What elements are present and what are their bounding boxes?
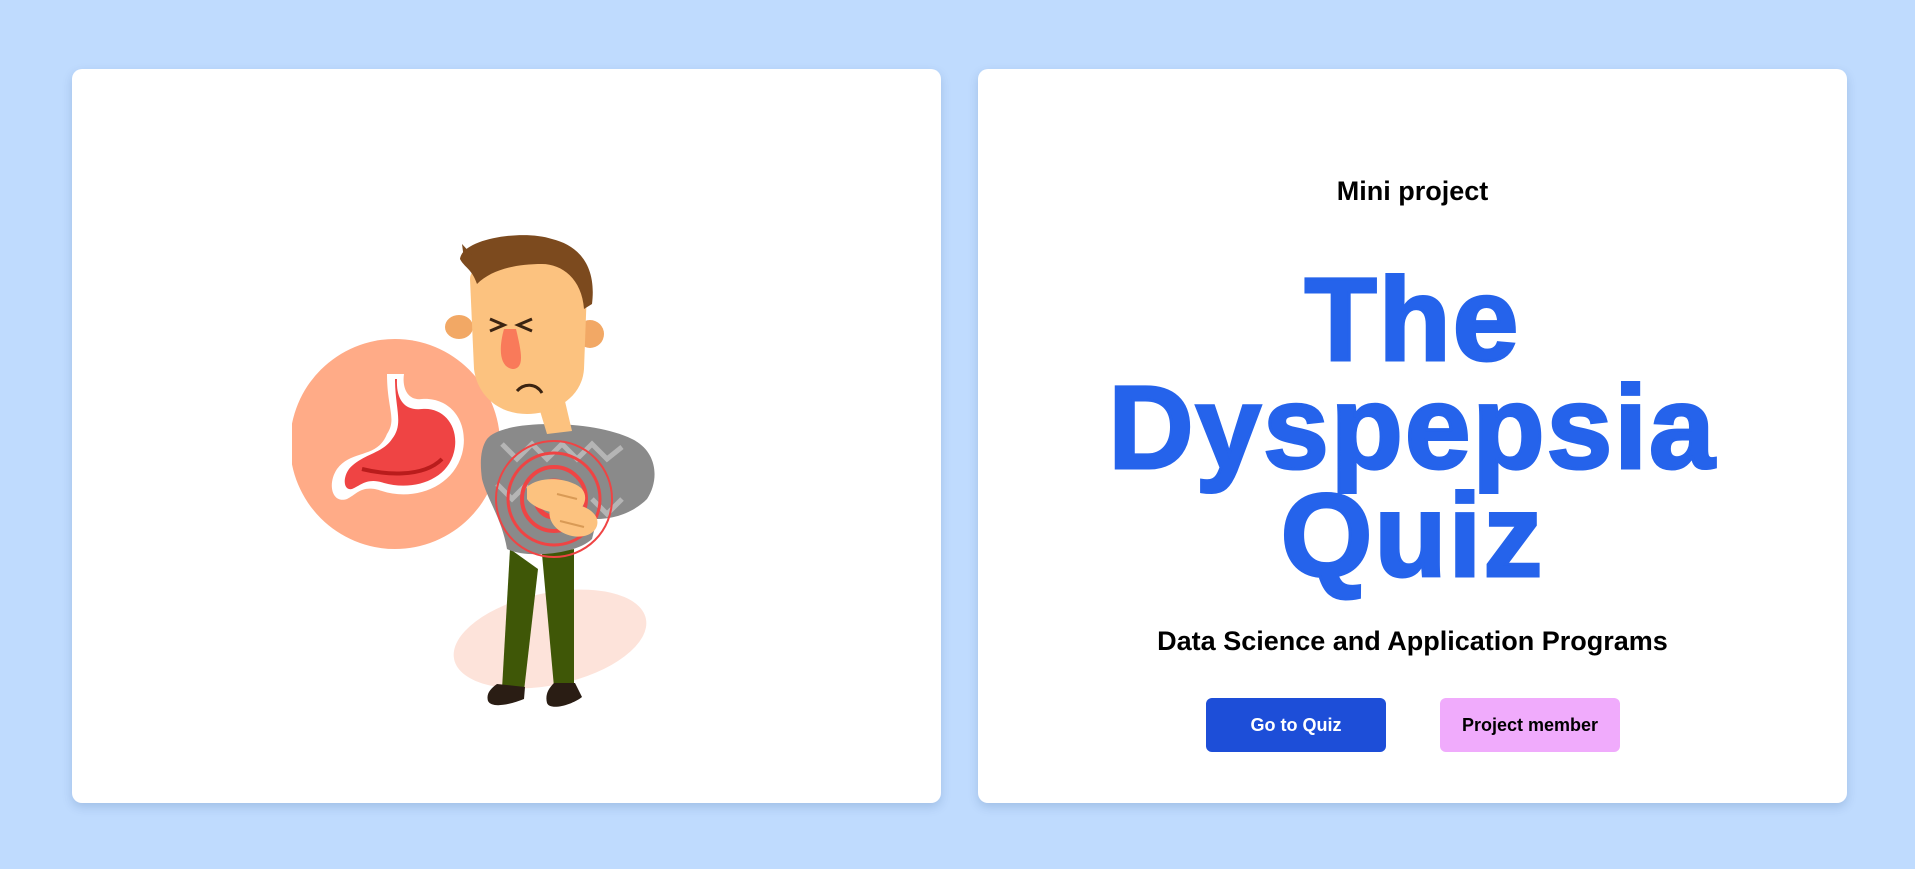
go-to-quiz-button[interactable]: Go to Quiz [1206,698,1386,752]
quiz-title: The Dyspepsia Quiz [978,254,1847,602]
title-card-content: Mini project The Dyspepsia Quiz Data Sci… [978,69,1847,803]
title-line-1: The [1303,254,1521,386]
illustration-card [72,69,941,803]
program-name: Data Science and Application Programs [1157,626,1668,656]
title-line-3: Quiz [1279,470,1545,602]
project-type-label: Mini project [1336,176,1489,206]
title-card: Mini project The Dyspepsia Quiz Data Sci… [978,69,1847,803]
stomach-ache-illustration [292,235,655,707]
project-member-button[interactable]: Project member [1440,698,1620,752]
title-line-2: Dyspepsia [1107,362,1717,494]
